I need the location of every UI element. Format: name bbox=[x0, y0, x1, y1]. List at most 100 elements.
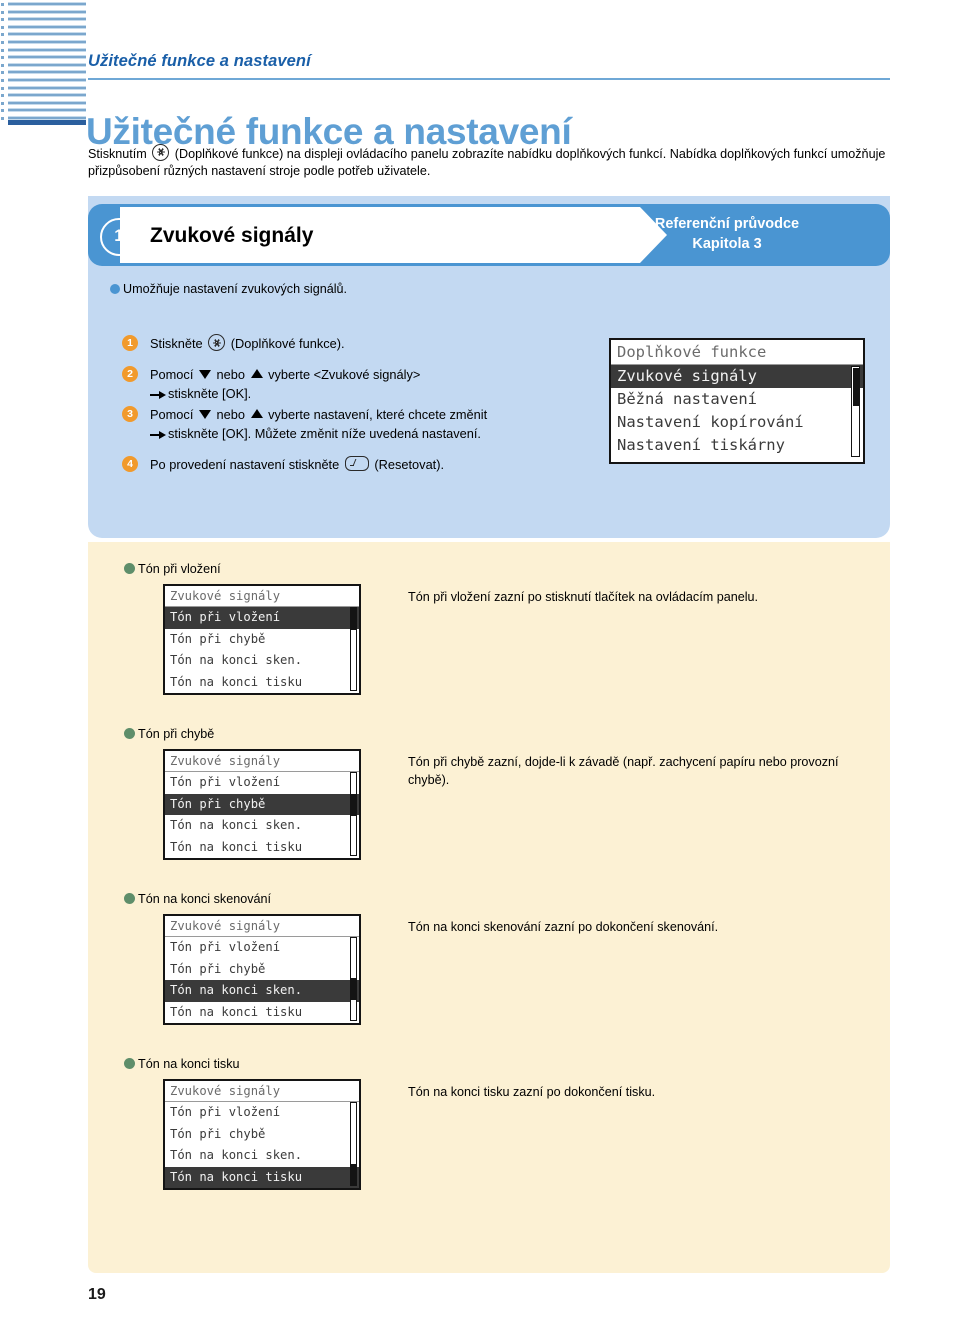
edge-stripe bbox=[8, 78, 86, 82]
lcd-menu-item[interactable]: Tón při chybě bbox=[165, 793, 359, 815]
feature-bullet: Umožňuje nastavení zvukových signálů. bbox=[110, 282, 347, 296]
edge-stripe-tick bbox=[1, 86, 4, 90]
step-item: 2 Pomocí nebo vyberte <Zvukové signály> … bbox=[110, 365, 610, 403]
lcd-sound-settings: Zvukové signály Tón při vložení Tón při … bbox=[163, 749, 361, 860]
lcd-title: Zvukové signály bbox=[165, 1081, 359, 1102]
step-item: 4 Po provedení nastavení stiskněte (Rese… bbox=[110, 455, 610, 474]
reference-guide-line2: Kapitola 3 bbox=[692, 236, 762, 252]
setting-heading-text: Tón na konci skenování bbox=[138, 892, 272, 906]
setting-heading: Tón při chybě bbox=[124, 727, 214, 741]
green-bullet-icon bbox=[124, 728, 135, 739]
lcd-menu-item[interactable]: Tón na konci sken. bbox=[165, 815, 359, 837]
green-bullet-icon bbox=[124, 1058, 135, 1069]
lcd-title: Zvukové signály bbox=[165, 586, 359, 607]
arrow-down-icon bbox=[198, 370, 211, 379]
section-kicker: Užitečné funkce a nastavení bbox=[88, 52, 311, 70]
green-bullet-icon bbox=[124, 893, 135, 904]
edge-stripe bbox=[8, 9, 86, 14]
lcd-menu-item[interactable]: Tón na konci tisku bbox=[165, 672, 359, 694]
lcd-menu-item[interactable]: Tón při vložení bbox=[165, 1102, 359, 1124]
edge-stripe-cap bbox=[8, 120, 86, 125]
lcd-menu-item[interactable]: Běžná nastavení bbox=[611, 388, 863, 411]
setting-heading: Tón na konci skenování bbox=[124, 892, 271, 906]
lcd-menu-item[interactable]: Tón na konci tisku bbox=[165, 1166, 359, 1188]
step-number: 2 bbox=[122, 366, 138, 382]
lcd-menu-item[interactable]: Tón při vložení bbox=[165, 772, 359, 794]
optional-functions-icon bbox=[208, 334, 226, 351]
step-text-after: (Doplňkové funkce). bbox=[230, 336, 345, 351]
lcd-menu-item[interactable]: Tón při chybě bbox=[165, 959, 359, 981]
edge-stripe-tick bbox=[1, 3, 4, 6]
step-text-b: nebo bbox=[216, 367, 245, 382]
setting-description: Tón na konci skenování zazní po dokončen… bbox=[408, 920, 719, 934]
reference-guide-label: Referenční průvodce Kapitola 3 bbox=[582, 214, 872, 254]
edge-stripe-tick bbox=[1, 18, 4, 22]
intro-paragraph: Stisknutím (Doplňkové funkce) na displej… bbox=[88, 143, 888, 180]
banner-title: Zvukové signály bbox=[150, 224, 314, 247]
edge-stripe-tick bbox=[1, 56, 4, 60]
lcd-menu-item[interactable]: Tón na konci sken. bbox=[165, 650, 359, 672]
step-text-before: Stiskněte bbox=[150, 336, 203, 351]
green-bullet-icon bbox=[124, 563, 135, 574]
step-text-b: nebo bbox=[216, 407, 245, 422]
step-item: 3 Pomocí nebo vyberte nastavení, které c… bbox=[110, 405, 610, 443]
step-item: 1 Stiskněte (Doplňkové funkce). bbox=[110, 334, 610, 353]
lcd-menu-item[interactable]: Tón na konci sken. bbox=[165, 1145, 359, 1167]
edge-stripe-decoration bbox=[1, 0, 86, 128]
page-number: 19 bbox=[88, 1286, 106, 1303]
lcd-title: Zvukové signály bbox=[165, 916, 359, 937]
edge-stripe bbox=[8, 100, 86, 105]
edge-stripe bbox=[8, 55, 86, 60]
lcd-menu-item[interactable]: Tón na konci tisku bbox=[165, 837, 359, 859]
lcd-menu-item[interactable]: Nastavení tiskárny bbox=[611, 434, 863, 457]
lcd-scrollbar-thumb[interactable] bbox=[351, 1164, 356, 1186]
setting-heading: Tón při vložení bbox=[124, 562, 221, 576]
lcd-menu-item[interactable]: Tón na konci tisku bbox=[165, 1002, 359, 1024]
arrow-up-icon bbox=[250, 369, 263, 378]
lcd-scrollbar-thumb[interactable] bbox=[852, 368, 859, 406]
edge-stripe-tick bbox=[1, 79, 4, 82]
feature-banner: 1 Zvukové signály Referenční průvodce Ka… bbox=[88, 204, 890, 266]
optional-functions-icon bbox=[152, 143, 170, 161]
settings-detail-panel: Tón při vložení Zvukové signály Tón při … bbox=[88, 542, 890, 1273]
lcd-menu-item[interactable]: Tón při chybě bbox=[165, 629, 359, 651]
step-text-a: Pomocí bbox=[150, 407, 194, 422]
lcd-sound-settings: Zvukové signály Tón při vložení Tón při … bbox=[163, 1079, 361, 1190]
step-number: 1 bbox=[122, 335, 138, 351]
edge-stripe bbox=[8, 2, 86, 6]
edge-stripe bbox=[8, 62, 86, 67]
edge-stripe bbox=[8, 24, 86, 29]
edge-stripe-tick bbox=[1, 10, 4, 14]
lcd-scrollbar-thumb[interactable] bbox=[351, 608, 356, 630]
step-text-c: vyberte nastavení, které chcete změnit bbox=[268, 407, 488, 422]
setting-heading-text: Tón na konci tisku bbox=[138, 1057, 240, 1071]
edge-stripe-tick bbox=[1, 25, 4, 29]
arrow-up-icon bbox=[250, 409, 263, 418]
lcd-menu-item[interactable]: Tón při vložení bbox=[165, 607, 359, 629]
header-divider bbox=[88, 78, 890, 80]
lcd-scrollbar-thumb[interactable] bbox=[351, 978, 356, 1000]
setting-heading-text: Tón při vložení bbox=[138, 562, 221, 576]
lcd-sound-settings: Zvukové signály Tón při vložení Tón při … bbox=[163, 914, 361, 1025]
setting-description: Tón při chybě zazní, dojde-li k závadě (… bbox=[408, 755, 839, 787]
edge-stripe-tick bbox=[1, 109, 4, 113]
edge-stripe-tick bbox=[1, 94, 4, 98]
setting-description: Tón na konci tisku zazní po dokončení ti… bbox=[408, 1085, 656, 1099]
arrow-right-icon bbox=[150, 430, 166, 439]
edge-stripe bbox=[8, 32, 86, 37]
lcd-scrollbar-thumb[interactable] bbox=[351, 794, 356, 816]
lcd-menu-item[interactable]: Tón při vložení bbox=[165, 937, 359, 959]
reset-icon bbox=[344, 456, 369, 471]
edge-stripe-tick bbox=[1, 117, 4, 120]
step-text-line2: stiskněte [OK]. Můžete změnit níže uvede… bbox=[168, 426, 481, 441]
lcd-menu-item[interactable]: Tón při chybě bbox=[165, 1124, 359, 1146]
intro-text-after: (Doplňkové funkce) na displeji ovládacíh… bbox=[88, 146, 886, 178]
lcd-menu-item[interactable]: Nastavení kopírování bbox=[611, 411, 863, 434]
step-text-c: vyberte <Zvukové signály> bbox=[268, 367, 421, 382]
lcd-menu-item[interactable]: Tón na konci sken. bbox=[165, 980, 359, 1002]
reference-guide-line1: Referenční průvodce bbox=[654, 216, 800, 232]
edge-stripe-tick bbox=[1, 33, 4, 37]
edge-stripe bbox=[8, 17, 86, 22]
lcd-menu-item[interactable]: Zvukové signály bbox=[611, 365, 863, 388]
setting-heading-text: Tón při chybě bbox=[138, 727, 215, 741]
